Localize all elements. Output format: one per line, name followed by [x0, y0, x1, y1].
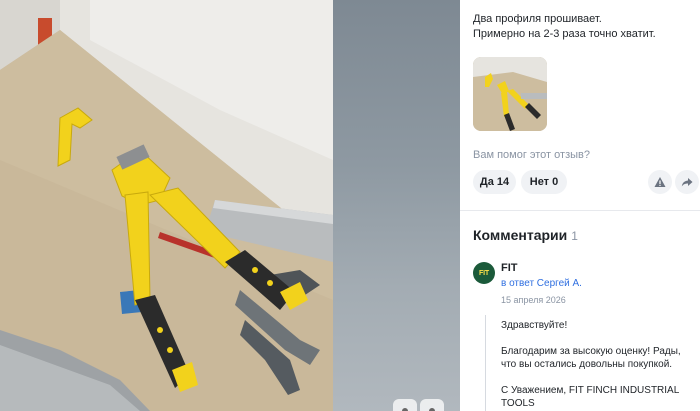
photo-blur-backdrop	[333, 0, 460, 411]
review-text: Два профиля прошивает. Примерно на 2-3 р…	[473, 12, 695, 42]
review-photo[interactable]	[0, 0, 333, 411]
comment-date: 15 апреля 2026	[501, 295, 566, 305]
review-text-line: Примерно на 2-3 раза точно хватит.	[473, 28, 656, 40]
review-panel: Два профиля прошивает. Примерно на 2-3 р…	[460, 0, 700, 411]
section-divider	[460, 210, 700, 211]
vote-no-button[interactable]: Нет 0	[521, 170, 567, 194]
viewer-control-icon[interactable]	[393, 399, 417, 411]
vote-yes-button[interactable]: Да 14	[473, 170, 516, 194]
reply-to-link[interactable]: в ответ Сергей А.	[501, 278, 582, 289]
comment-author[interactable]: FIT	[501, 262, 518, 274]
reply-thread-line	[485, 315, 486, 411]
comment-body: Здравствуйте! Благодарим за высокую оцен…	[501, 319, 693, 411]
viewer-control-icon[interactable]	[420, 399, 444, 411]
avatar: FIT	[473, 262, 495, 284]
comments-heading: Комментарии 1	[473, 227, 578, 243]
comment-text: Благодарим за высокую оценку! Рады, что …	[501, 346, 681, 370]
avatar-logo-text: FIT	[479, 269, 489, 277]
comment-greeting: Здравствуйте!	[501, 320, 568, 331]
comment-signature: С Уважением, FIT FINCH INDUSTRIAL TOOLS	[501, 385, 679, 409]
comments-count: 1	[571, 229, 578, 243]
share-button[interactable]	[675, 170, 699, 194]
review-text-line: Два профиля прошивает.	[473, 13, 602, 25]
helpful-question: Вам помог этот отзыв?	[473, 149, 590, 161]
review-photo-thumbnail[interactable]	[473, 57, 547, 131]
comments-title: Комментарии	[473, 227, 568, 243]
photo-viewer	[0, 0, 460, 411]
share-arrow-icon	[681, 178, 693, 187]
warning-icon	[654, 177, 666, 187]
report-button[interactable]	[648, 170, 672, 194]
